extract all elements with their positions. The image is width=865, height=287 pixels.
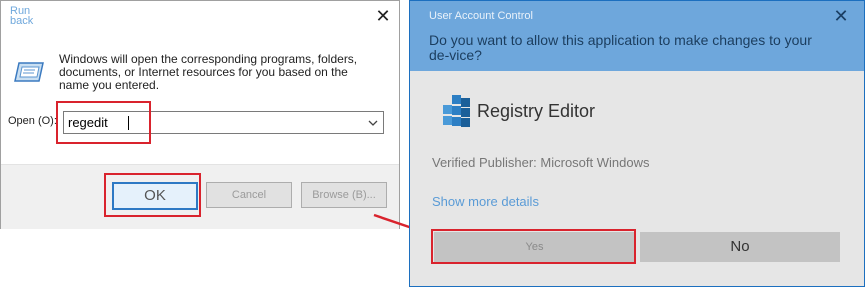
run-description: Windows will open the corresponding prog… xyxy=(59,52,358,92)
close-icon[interactable]: ✕ xyxy=(372,7,394,27)
screenshot-stage: Run back ✕ Windows will open the corresp… xyxy=(0,0,865,287)
browse-button[interactable]: Browse (B)... xyxy=(301,182,387,208)
close-icon[interactable]: ✕ xyxy=(830,7,852,27)
highlight-open-input xyxy=(56,101,151,144)
run-dialog-title: Run back xyxy=(10,5,34,27)
uac-question: Do you want to allow this application to… xyxy=(429,32,812,63)
run-icon xyxy=(14,62,44,82)
highlight-ok-button xyxy=(104,173,201,217)
open-label: Open (O): xyxy=(8,115,57,127)
uac-title: User Account Control xyxy=(429,10,533,22)
chevron-down-icon[interactable] xyxy=(365,114,381,131)
show-more-details-link[interactable]: Show more details xyxy=(432,194,539,209)
uac-app-name: Registry Editor xyxy=(477,101,596,121)
cancel-button[interactable]: Cancel xyxy=(206,182,292,208)
highlight-yes-button xyxy=(431,229,636,264)
uac-publisher: Verified Publisher: Microsoft Windows xyxy=(432,155,650,170)
registry-editor-icon xyxy=(443,95,470,127)
no-button[interactable]: No xyxy=(640,232,840,262)
